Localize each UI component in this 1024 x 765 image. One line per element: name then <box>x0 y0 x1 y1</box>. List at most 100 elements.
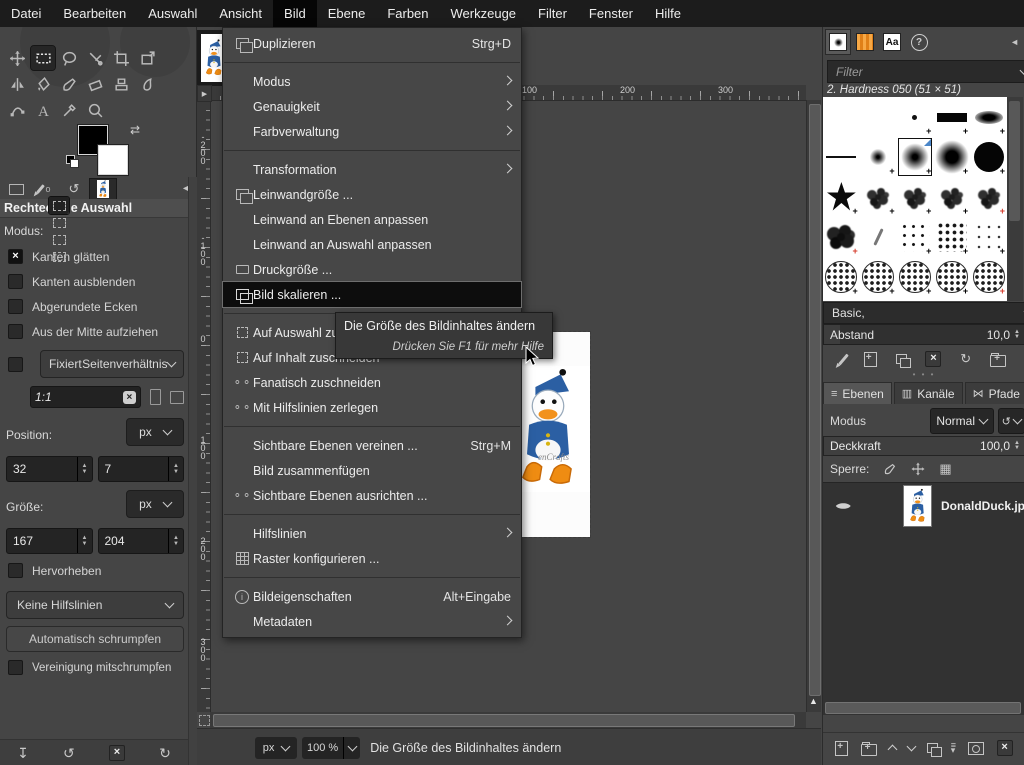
menu-item-fanatisch-zuschneiden[interactable]: ⚬⚬Fanatisch zuschneiden <box>223 370 521 395</box>
reset-tool-options-icon[interactable]: ↻ <box>159 745 171 762</box>
checkbox-kanten-gl-tten[interactable]: × <box>8 249 23 264</box>
brush-cell[interactable]: + <box>970 137 1007 177</box>
size-width-field[interactable]: 167 ▲▼ <box>6 528 93 554</box>
open-brush-as-image-icon[interactable] <box>990 355 1006 367</box>
menu-item-leinwandgröße[interactable]: Leinwandgröße ... <box>223 182 521 207</box>
layer-mode-dropdown[interactable]: Normal <box>930 408 994 434</box>
size-unit-dropdown[interactable]: px <box>126 490 184 518</box>
tab-kanäle[interactable]: ▥Kanäle <box>894 382 963 404</box>
brush-cell[interactable]: + <box>897 177 934 217</box>
layer-opacity-slider[interactable]: Deckkraft 100,0 ▲▼ <box>823 436 1024 456</box>
spinner-icon[interactable]: ▲▼ <box>77 529 92 553</box>
brush-spacing-slider[interactable]: Abstand 10,0 ▲▼ <box>823 324 1024 345</box>
paths-tool[interactable] <box>5 98 29 122</box>
vertical-scrollbar-thumb[interactable] <box>809 104 821 696</box>
clear-icon[interactable]: × <box>123 391 136 404</box>
delete-tool-preset-icon[interactable]: × <box>109 745 125 761</box>
duplicate-layer-icon[interactable] <box>927 743 938 753</box>
menu-item-genauigkeit[interactable]: Genauigkeit <box>223 94 521 119</box>
position-x-field[interactable]: 32 ▲▼ <box>6 456 93 482</box>
menu-item-bildeigenschaften[interactable]: iBildeigenschaftenAlt+Eingabe <box>223 584 521 609</box>
swap-colors-icon[interactable]: ⇄ <box>130 123 140 137</box>
brush-cell[interactable]: + <box>897 217 934 257</box>
background-color-swatch[interactable] <box>98 145 128 175</box>
brush-grid-scrollbar[interactable] <box>1007 97 1023 301</box>
tab-help[interactable]: ? <box>907 30 931 54</box>
tab-patterns[interactable] <box>853 30 877 54</box>
brush-cell[interactable] <box>823 137 860 177</box>
horizontal-scrollbar-thumb[interactable] <box>213 714 795 727</box>
brush-cell[interactable]: + <box>823 297 860 301</box>
position-y-field[interactable]: 7 ▲▼ <box>98 456 185 482</box>
menubar-item-datei[interactable]: Datei <box>0 0 52 27</box>
bucket-fill-tool[interactable] <box>31 72 55 96</box>
eraser-tool[interactable] <box>83 72 107 96</box>
menu-item-sichtbare-ebenen-vereinen[interactable]: Sichtbare Ebenen vereinen ...Strg+M <box>223 433 521 458</box>
scroll-arrow-icon[interactable]: ▲ <box>809 696 818 706</box>
flip-tool[interactable] <box>5 72 29 96</box>
zoom-tool[interactable] <box>83 98 107 122</box>
refresh-brushes-icon[interactable]: ↻ <box>960 351 971 367</box>
fixed-ratio-dropdown[interactable]: Fixiert Seitenverhältnis <box>40 350 184 378</box>
brush-cell[interactable]: + <box>823 177 860 217</box>
tab-device-status[interactable]: o <box>32 179 58 199</box>
menu-item-modus[interactable]: Modus <box>223 69 521 94</box>
checkbox-kanten-ausblenden[interactable] <box>8 274 23 289</box>
brush-cell[interactable]: + <box>933 217 970 257</box>
landscape-icon[interactable] <box>170 391 184 404</box>
auto-shrink-button[interactable]: Automatisch schrumpfen <box>6 626 184 652</box>
restore-tool-preset-icon[interactable]: ↺ <box>63 745 75 762</box>
brush-cell[interactable] <box>860 297 897 301</box>
menu-item-leinwand-an-ebenen-anpassen[interactable]: Leinwand an Ebenen anpassen <box>223 207 521 232</box>
highlight-checkbox[interactable] <box>8 563 23 578</box>
delete-brush-icon[interactable]: × <box>925 351 941 367</box>
layer-thumbnail[interactable] <box>904 486 931 526</box>
brush-cell[interactable]: + <box>823 257 860 297</box>
spinner-icon[interactable]: ▲▼ <box>1014 330 1020 340</box>
tab-brushes[interactable] <box>826 30 850 54</box>
brush-cell[interactable]: + <box>970 217 1007 257</box>
brush-cell[interactable] <box>860 217 897 257</box>
fixed-checkbox[interactable] <box>8 357 23 372</box>
rectangle-select-tool[interactable] <box>31 46 55 70</box>
menu-item-metadaten[interactable]: Metadaten <box>223 609 521 634</box>
zoom-dropdown[interactable]: 100 % <box>302 737 360 759</box>
spinner-icon[interactable]: ▲▼ <box>77 457 92 481</box>
brush-cell[interactable] <box>860 97 897 137</box>
size-height-field[interactable]: 204 ▲▼ <box>98 528 185 554</box>
brush-cell[interactable]: + <box>933 297 970 301</box>
brush-cell[interactable]: + <box>970 177 1007 217</box>
spinner-icon[interactable]: ▲▼ <box>168 457 183 481</box>
lock-position-icon[interactable] <box>911 462 925 476</box>
new-brush-icon[interactable] <box>864 352 877 367</box>
menu-item-raster-konfigurieren[interactable]: Raster konfigurieren ... <box>223 546 521 571</box>
menu-item-bild-zusammenfügen[interactable]: Bild zusammenfügen <box>223 458 521 483</box>
menu-item-mit-hilfslinien-zerlegen[interactable]: ⚬⚬Mit Hilfslinien zerlegen <box>223 395 521 420</box>
crop-tool[interactable] <box>109 46 133 70</box>
raise-layer-icon[interactable] <box>887 745 897 755</box>
brush-cell[interactable]: + <box>897 137 934 177</box>
lock-alpha-icon[interactable]: ▦ <box>939 461 951 477</box>
unified-transform-tool[interactable] <box>135 46 159 70</box>
brush-cell[interactable] <box>897 297 934 301</box>
move-tool[interactable] <box>5 46 29 70</box>
checkbox-aus-der-mitte-aufziehen[interactable] <box>8 324 23 339</box>
brush-cell[interactable]: + <box>860 137 897 177</box>
menubar-item-bearbeiten[interactable]: Bearbeiten <box>52 0 137 27</box>
tab-ebenen[interactable]: ≡Ebenen <box>823 382 892 404</box>
lower-layer-icon[interactable] <box>907 742 917 752</box>
brush-cell[interactable]: + <box>897 257 934 297</box>
horizontal-scrollbar[interactable] <box>210 712 806 728</box>
spinner-icon[interactable]: ▲▼ <box>168 529 183 553</box>
vertical-ruler[interactable]: -200-1000100200300400 <box>197 100 211 712</box>
menu-item-leinwand-an-auswahl-anpassen[interactable]: Leinwand an Auswahl anpassen <box>223 232 521 257</box>
paintbrush-tool[interactable] <box>57 72 81 96</box>
menubar-item-auswahl[interactable]: Auswahl <box>137 0 208 27</box>
brush-cell[interactable]: + <box>970 97 1007 137</box>
menu-item-hilfslinien[interactable]: Hilfslinien <box>223 521 521 546</box>
new-layer-icon[interactable] <box>835 741 848 756</box>
brush-cell[interactable]: + <box>860 177 897 217</box>
text-tool[interactable] <box>31 98 55 122</box>
scissors-select-tool[interactable] <box>83 46 107 70</box>
lock-pixels-icon[interactable] <box>883 462 897 476</box>
